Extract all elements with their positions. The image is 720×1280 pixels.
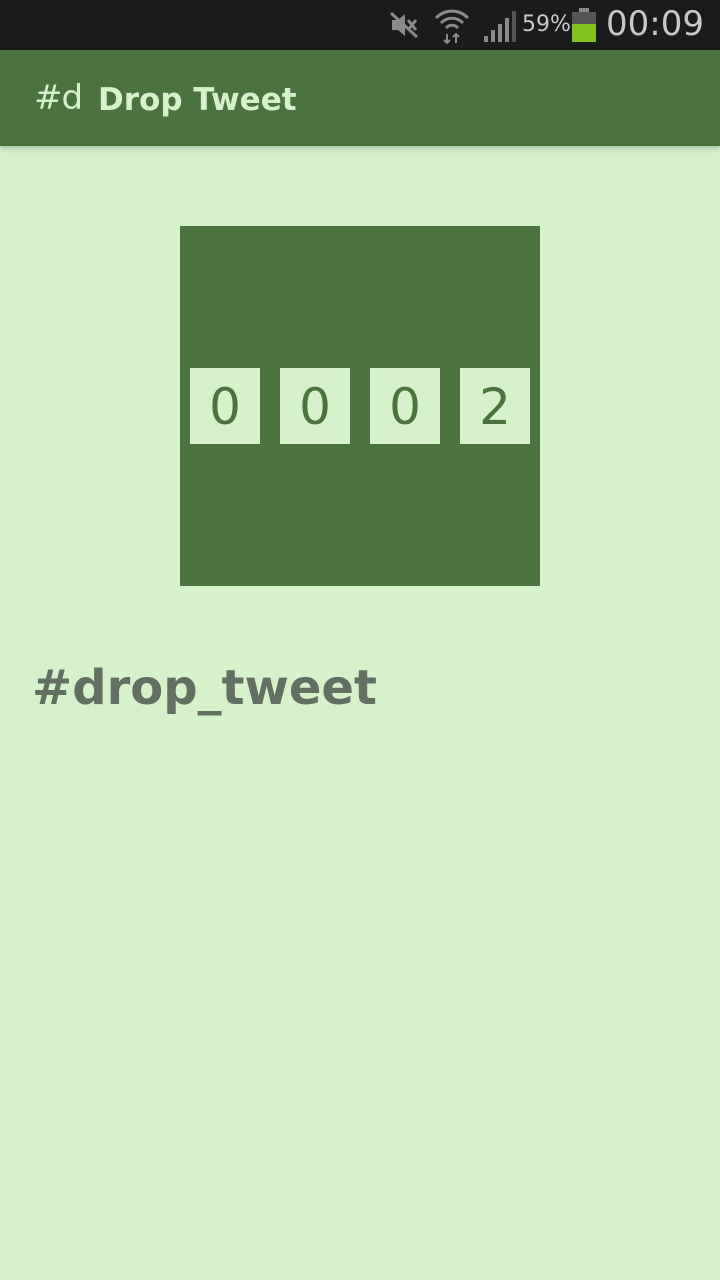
battery-percent: 59% bbox=[522, 12, 571, 37]
status-bar: 59% 00:09 bbox=[0, 0, 720, 50]
signal-icon bbox=[484, 11, 516, 42]
counter-digit: 0 bbox=[280, 368, 350, 444]
wifi-icon bbox=[434, 9, 470, 44]
mute-icon bbox=[389, 11, 419, 39]
counter-digit: 0 bbox=[190, 368, 260, 444]
app-bar: #d Drop Tweet bbox=[0, 50, 720, 146]
hashtag-label: #drop_tweet bbox=[32, 660, 377, 716]
counter-digit: 2 bbox=[460, 368, 530, 444]
battery-icon bbox=[572, 8, 596, 42]
app-title: Drop Tweet bbox=[98, 82, 297, 118]
clock: 00:09 bbox=[606, 4, 704, 44]
counter-digit: 0 bbox=[370, 368, 440, 444]
app-icon[interactable]: #d bbox=[34, 78, 83, 118]
tweet-counter[interactable]: 0 0 0 2 bbox=[180, 226, 540, 586]
